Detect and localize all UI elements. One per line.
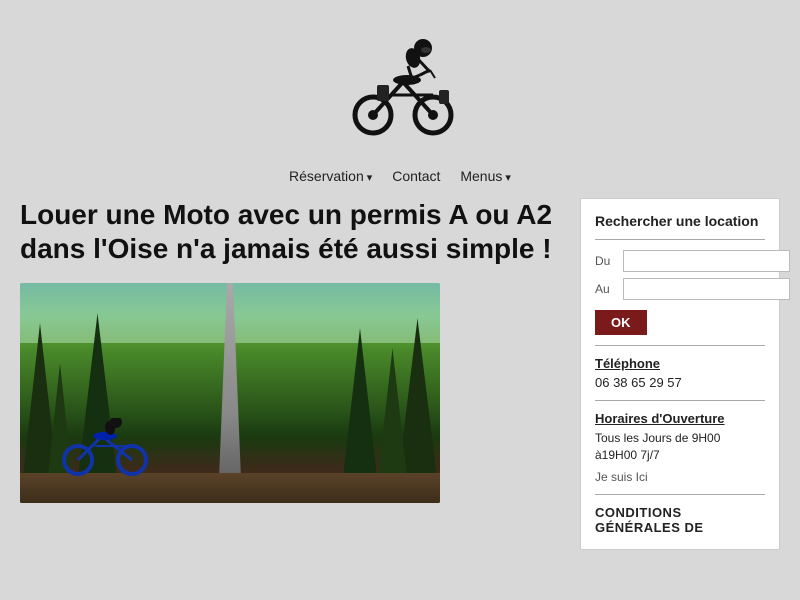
je-suis-ici[interactable]: Je suis Ici	[595, 470, 765, 484]
nav-contact[interactable]: Contact	[392, 168, 440, 184]
main-layout: Louer une Moto avec un permis A ou A2 da…	[0, 198, 800, 570]
sidebar-divider-4	[595, 494, 765, 495]
horaires-label: Horaires d'Ouverture	[595, 411, 765, 426]
du-label: Du	[595, 254, 623, 268]
sidebar: Rechercher une location Du Au OK Télépho…	[580, 198, 780, 550]
nav-menus[interactable]: Menus	[460, 168, 511, 184]
du-row: Du	[595, 250, 765, 272]
content-area: Louer une Moto avec un permis A ou A2 da…	[20, 198, 560, 503]
navigation: Réservation Contact Menus	[0, 160, 800, 198]
au-input[interactable]	[623, 278, 790, 300]
sidebar-divider-1	[595, 239, 765, 240]
sidebar-search-title: Rechercher une location	[595, 213, 765, 229]
sidebar-divider-2	[595, 345, 765, 346]
telephone-number: 06 38 65 29 57	[595, 375, 765, 390]
logo	[335, 20, 465, 150]
search-form: Du Au OK	[595, 250, 765, 335]
sidebar-divider-3	[595, 400, 765, 401]
nav-reservation[interactable]: Réservation	[289, 168, 372, 184]
hero-image	[20, 283, 440, 503]
horaires-text: Tous les Jours de 9H00 à19H00 7j/7	[595, 430, 765, 464]
telephone-label: Téléphone	[595, 356, 765, 371]
header	[0, 0, 800, 160]
ok-button[interactable]: OK	[595, 310, 647, 335]
au-label: Au	[595, 282, 623, 296]
du-input[interactable]	[623, 250, 790, 272]
au-row: Au	[595, 278, 765, 300]
page-title: Louer une Moto avec un permis A ou A2 da…	[20, 198, 560, 265]
cgv-label: CONDITIONS GÉNÉRALES DE	[595, 505, 765, 535]
